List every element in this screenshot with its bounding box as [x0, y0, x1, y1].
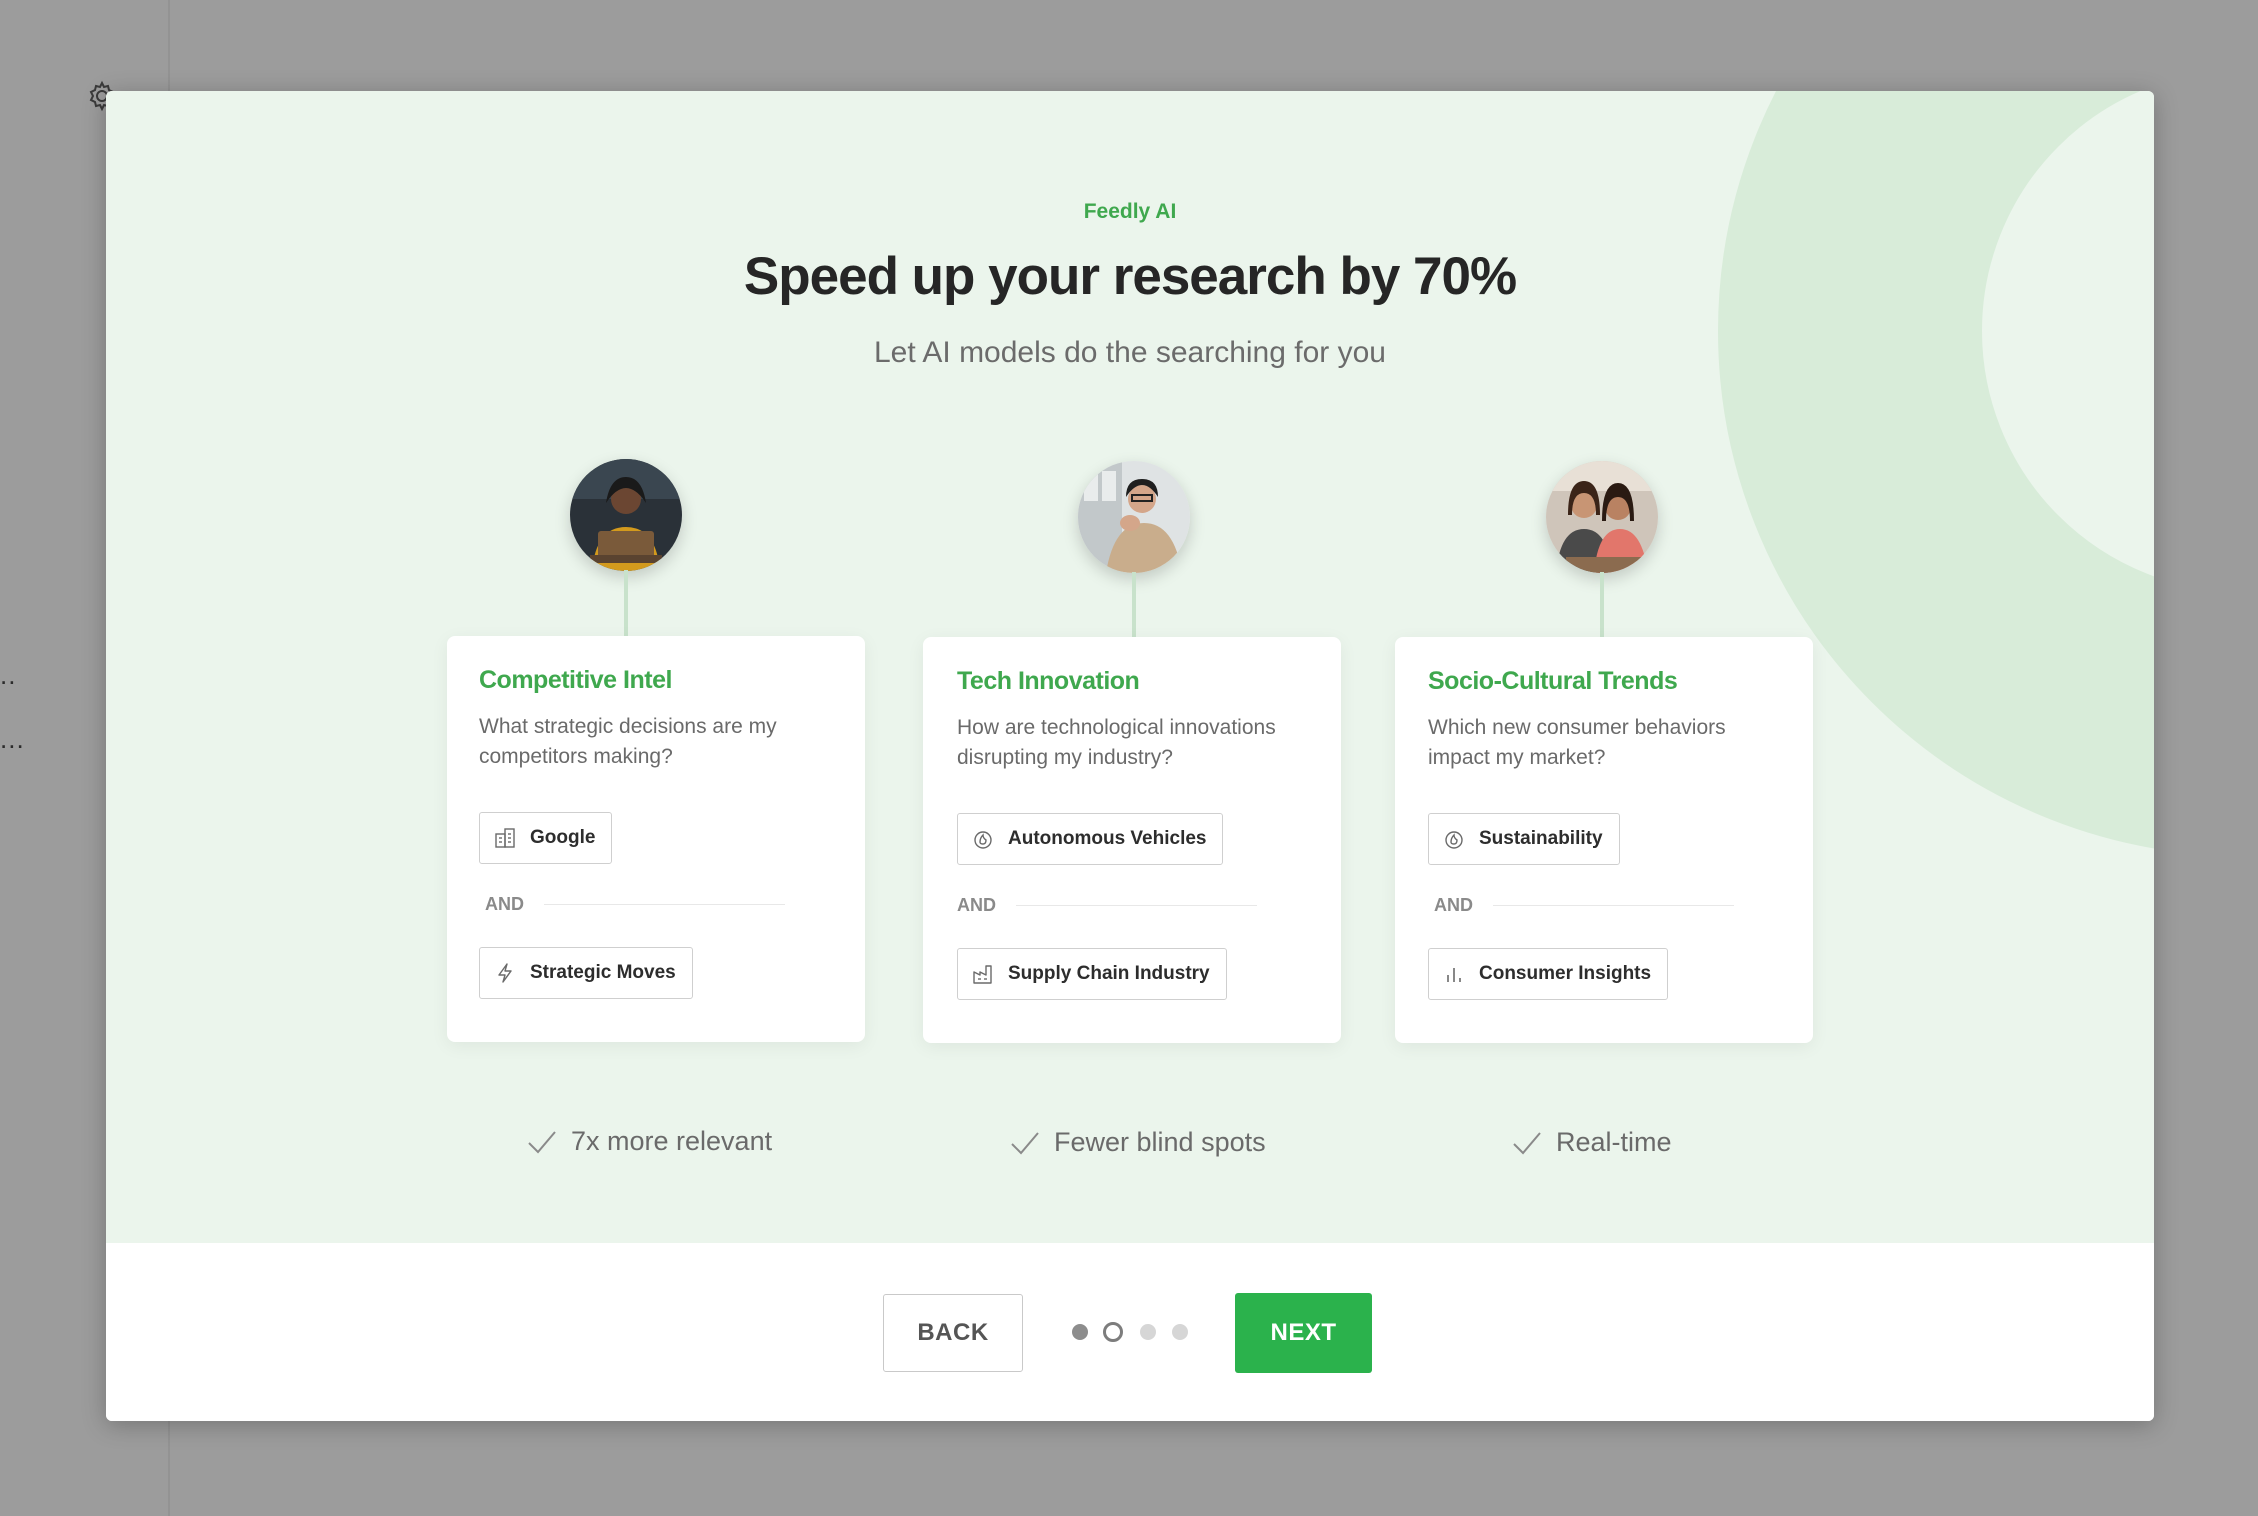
chip-label: Autonomous Vehicles	[1008, 828, 1207, 849]
lightning-icon	[494, 962, 516, 984]
connector-line	[1132, 572, 1136, 638]
flame-icon	[972, 828, 994, 850]
and-divider: AND	[1434, 895, 1734, 916]
and-divider: AND	[485, 894, 785, 915]
card-tech-innovation: Tech Innovation How are technological in…	[923, 637, 1341, 1043]
page-subtitle: Let AI models do the searching for you	[874, 336, 1386, 369]
benefit-item: Fewer blind spots	[1010, 1127, 1266, 1158]
card-socio-cultural-trends: Socio-Cultural Trends Which new consumer…	[1395, 637, 1813, 1043]
benefit-item: Real-time	[1512, 1127, 1672, 1158]
hero-section: Feedly AI Speed up your research by 70% …	[106, 91, 2154, 1243]
benefit-label: Fewer blind spots	[1054, 1127, 1266, 1157]
card-title: Tech Innovation	[957, 667, 1140, 695]
step-dot-2-current[interactable]	[1103, 1322, 1123, 1342]
step-dot-4[interactable]	[1172, 1324, 1188, 1340]
page-title: Speed up your research by 70%	[743, 247, 1517, 306]
onboarding-modal: Feedly AI Speed up your research by 70% …	[106, 91, 2154, 1421]
avatar	[1546, 461, 1658, 573]
and-label: AND	[485, 894, 524, 914]
factory-icon	[972, 963, 994, 985]
flame-icon	[1443, 828, 1465, 850]
card-question: Which new consumer behaviors impact my m…	[1428, 716, 1726, 769]
avatar	[570, 459, 682, 571]
step-dot-1[interactable]	[1072, 1324, 1088, 1340]
topic-chip-sustainability[interactable]: Sustainability	[1428, 813, 1620, 865]
avatar	[1078, 461, 1190, 573]
chip-label: Google	[530, 827, 596, 848]
and-divider: AND	[957, 895, 1257, 916]
back-button[interactable]: BACK	[883, 1294, 1023, 1372]
modal-footer	[106, 1243, 2154, 1421]
connector-line	[624, 570, 628, 636]
card-question: How are technological innovations disrup…	[957, 716, 1276, 769]
and-label: AND	[1434, 895, 1473, 915]
topic-chip-strategic-moves[interactable]: Strategic Moves	[479, 947, 693, 999]
topic-chip-autonomous-vehicles[interactable]: Autonomous Vehicles	[957, 813, 1224, 865]
card-question: What strategic decisions are my competit…	[479, 715, 777, 768]
topic-chip-consumer-insights[interactable]: Consumer Insights	[1428, 948, 1669, 1000]
bar-chart-icon	[1443, 963, 1465, 985]
topic-chip-google[interactable]: Google	[479, 812, 613, 864]
benefit-item: 7x more relevant	[527, 1126, 772, 1157]
checkmark-icon	[1513, 1131, 1541, 1154]
building-icon	[494, 827, 516, 849]
truncated-text: ...	[0, 724, 25, 754]
chip-label: Strategic Moves	[530, 962, 676, 983]
checkmark-icon	[528, 1130, 556, 1153]
topic-chip-supply-chain[interactable]: Supply Chain Industry	[957, 948, 1227, 1000]
truncated-text: ..	[0, 660, 17, 690]
chip-label: Sustainability	[1479, 828, 1603, 849]
benefit-label: 7x more relevant	[571, 1126, 773, 1156]
eyebrow-label: Feedly AI	[1083, 200, 1177, 223]
connector-line	[1600, 572, 1604, 638]
and-label: AND	[957, 895, 996, 915]
card-title: Competitive Intel	[479, 666, 672, 694]
chip-label: Supply Chain Industry	[1008, 963, 1210, 984]
chip-label: Consumer Insights	[1479, 963, 1652, 984]
benefit-label: Real-time	[1556, 1127, 1672, 1157]
checkmark-icon	[1011, 1131, 1039, 1154]
card-competitive-intel: Competitive Intel What strategic decisio…	[447, 636, 865, 1042]
step-dot-3[interactable]	[1140, 1324, 1156, 1340]
next-button[interactable]: NEXT	[1235, 1293, 1372, 1373]
card-title: Socio-Cultural Trends	[1428, 667, 1678, 695]
